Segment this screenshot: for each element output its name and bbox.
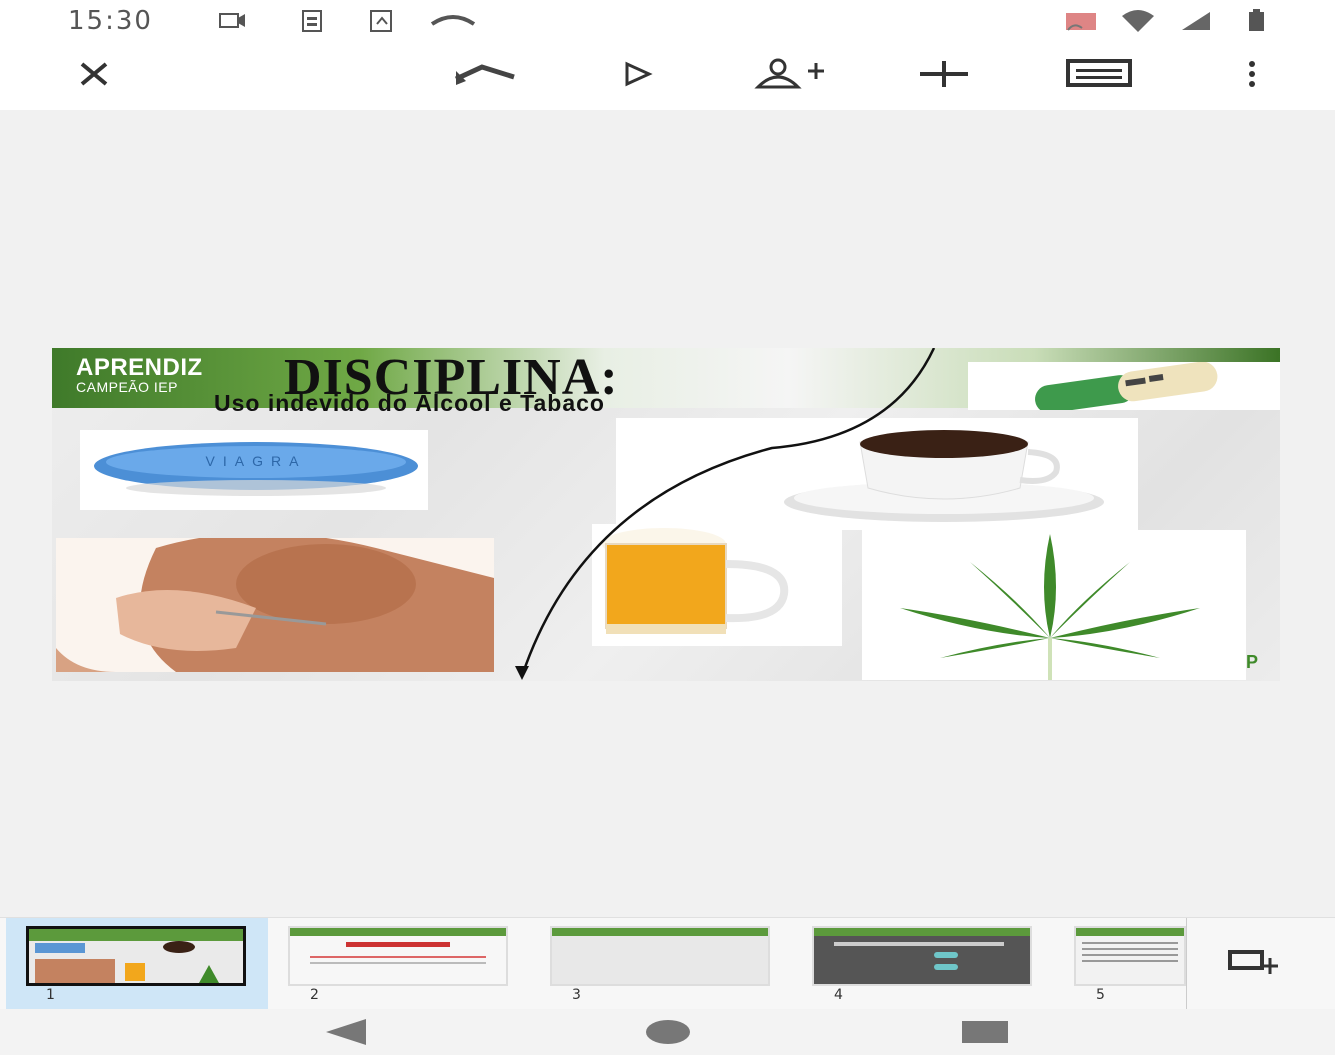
thumbnail-4[interactable]: 4 — [792, 918, 1054, 1010]
present-icon — [621, 60, 655, 92]
phone-icon — [428, 8, 478, 38]
add-person-icon — [752, 57, 828, 95]
status-time: 15:30 — [68, 6, 153, 36]
more-options-icon — [1245, 57, 1259, 95]
undo-icon — [452, 59, 518, 93]
back-button[interactable] — [322, 1017, 370, 1051]
home-icon — [646, 1020, 690, 1044]
slide-corner-mark: P — [1245, 652, 1258, 672]
connector-arrow[interactable] — [52, 348, 1280, 681]
slide-filmstrip: 1 2 3 4 5 — [0, 917, 1335, 1010]
filmstrip-divider — [1186, 918, 1187, 1010]
insert-icon — [916, 57, 972, 95]
system-nav-bar — [0, 1009, 1335, 1055]
recents-icon — [962, 1021, 1008, 1043]
thumbnail-preview — [1074, 926, 1186, 986]
thumbnail-2[interactable]: 2 — [268, 918, 530, 1010]
thumbnail-preview — [550, 926, 770, 986]
thumbnail-3[interactable]: 3 — [530, 918, 792, 1010]
cast-icon — [1062, 8, 1102, 38]
comment-button[interactable] — [1060, 52, 1136, 100]
slide-canvas[interactable]: APRENDIZ CAMPEÃO IEP DISCIPLINA: Uso ind… — [0, 110, 1335, 917]
insert-button[interactable] — [914, 52, 974, 100]
signal-icon — [1180, 8, 1216, 38]
thumbnail-preview — [26, 926, 246, 986]
thumbnail-number: 4 — [834, 987, 843, 1003]
recents-button[interactable] — [960, 1017, 1010, 1051]
editor-toolbar — [0, 44, 1335, 110]
wifi-icon — [1120, 8, 1156, 38]
more-options-button[interactable] — [1224, 52, 1280, 100]
thumbnail-preview — [812, 926, 1032, 986]
close-button[interactable] — [66, 52, 122, 100]
thumbnail-number: 3 — [572, 987, 581, 1003]
status-bar: 15:30 — [0, 0, 1335, 44]
comment-icon — [1062, 57, 1134, 95]
battery-icon — [1246, 8, 1268, 38]
back-icon — [326, 1019, 366, 1045]
contact-card-icon — [300, 8, 326, 38]
thumbnail-preview — [288, 926, 508, 986]
close-icon — [78, 58, 110, 94]
thumbnail-number: 5 — [1096, 987, 1105, 1003]
video-icon — [218, 8, 248, 36]
undo-button[interactable] — [450, 52, 520, 100]
share-button[interactable] — [750, 52, 830, 100]
thumbnail-number: 1 — [46, 987, 55, 1003]
screenshot-icon — [368, 8, 396, 38]
present-button[interactable] — [610, 52, 666, 100]
add-slide-button[interactable] — [1222, 942, 1282, 986]
add-slide-icon — [1222, 946, 1282, 982]
home-button[interactable] — [644, 1017, 692, 1051]
thumbnail-number: 2 — [310, 987, 319, 1003]
thumbnail-5[interactable]: 5 — [1054, 918, 1186, 1010]
thumbnail-1[interactable]: 1 — [6, 918, 268, 1010]
slide-1[interactable]: APRENDIZ CAMPEÃO IEP DISCIPLINA: Uso ind… — [52, 348, 1280, 681]
